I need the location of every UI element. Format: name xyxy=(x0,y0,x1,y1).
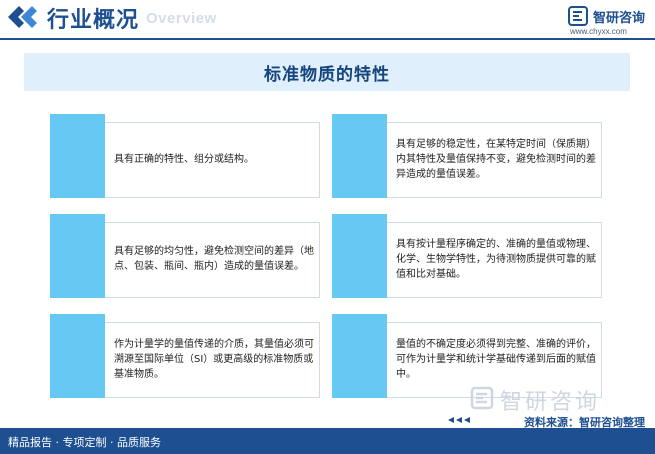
watermark: 智研咨询 xyxy=(470,384,640,415)
page-header: 行业概况 Overview 智研咨询 www.chyxx.com xyxy=(0,0,655,40)
chevron-decor-icon xyxy=(8,6,37,28)
brand-logo-icon xyxy=(568,6,588,26)
brand-name: 智研咨询 xyxy=(593,11,646,26)
section-title: 标准物质的特性 xyxy=(264,64,390,85)
feature-card: 具有正确的特性、组分或结构。 xyxy=(50,114,320,200)
source-arrow-icon xyxy=(448,417,470,423)
header-divider xyxy=(0,38,655,40)
section-title-band: 标准物质的特性 xyxy=(24,53,630,91)
brand-logo-block: 智研咨询 www.chyxx.com xyxy=(568,5,652,37)
footer-bar: 精品报告 · 专项定制 · 品质服务 xyxy=(0,428,655,454)
feature-card: 具有按计量程序确定的、准确的量值或物理、化学、生物学特性，为待测物质提供可靠的赋… xyxy=(332,214,602,300)
card-accent-block xyxy=(50,214,105,298)
card-text: 具有足够的均匀性，避免检测空间的差异（地点、包装、瓶间、瓶内）造成的量值误差。 xyxy=(114,246,314,272)
card-accent-block xyxy=(332,114,387,198)
watermark-logo-icon xyxy=(470,386,494,410)
brand-url: www.chyxx.com xyxy=(570,27,627,36)
card-accent-block xyxy=(50,314,105,398)
feature-card: 具有足够的均匀性，避免检测空间的差异（地点、包装、瓶间、瓶内）造成的量值误差。 xyxy=(50,214,320,300)
card-accent-block xyxy=(50,114,105,198)
card-text: 具有正确的特性、组分或结构。 xyxy=(114,153,254,165)
feature-card: 作为计量学的量值传递的介质，其量值必须可溯源至国际单位（SI）或更高级的标准物质… xyxy=(50,314,320,400)
page-title: 行业概况 xyxy=(47,8,140,33)
card-accent-block xyxy=(332,214,387,298)
feature-card: 具有足够的稳定性，在某特定时间（保质期）内其特性及量值保持不变，避免检测时间的差… xyxy=(332,114,602,200)
page-subtitle: Overview xyxy=(146,10,217,27)
card-accent-block xyxy=(332,314,387,398)
footer-slogan: 精品报告 · 专项定制 · 品质服务 xyxy=(8,436,161,449)
card-text: 作为计量学的量值传递的介质，其量值必须可溯源至国际单位（SI）或更高级的标准物质… xyxy=(114,338,314,380)
card-text: 具有按计量程序确定的、准确的量值或物理、化学、生物学特性，为待测物质提供可靠的赋… xyxy=(396,238,596,280)
watermark-text: 智研咨询 xyxy=(500,390,601,415)
card-text: 具有足够的稳定性，在某特定时间（保质期）内其特性及量值保持不变，避免检测时间的差… xyxy=(396,138,596,180)
